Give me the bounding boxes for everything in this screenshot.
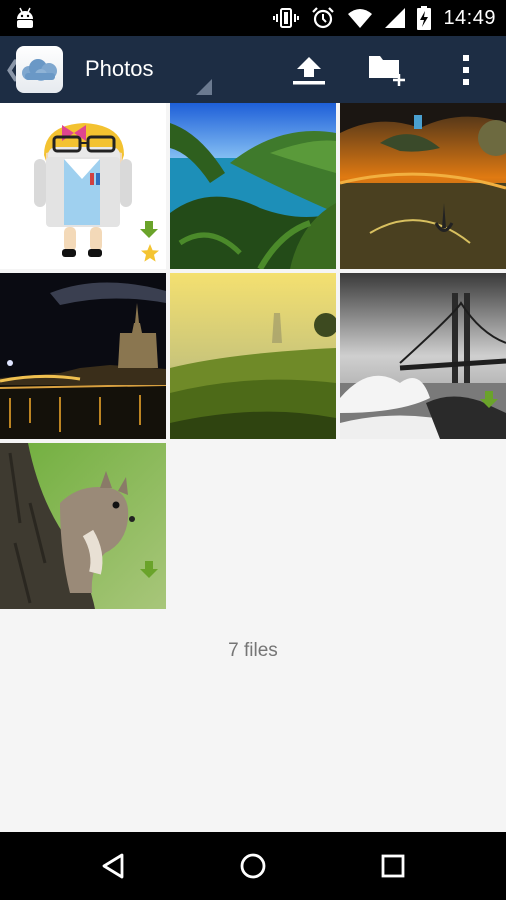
nav-back-button[interactable] [78,842,148,890]
file-count-label: 7 files [228,640,278,661]
status-time: 14:49 [443,6,496,29]
status-bar: 14:49 [0,0,506,36]
upload-button[interactable] [277,36,341,103]
spinner-triangle-icon[interactable] [196,79,212,95]
android-icon [17,7,33,28]
upload-icon [293,56,325,84]
downloaded-arrow-icon [140,561,158,578]
overflow-menu-icon [463,54,469,85]
home-circle-icon [240,853,266,879]
owncloud-cloud-icon[interactable] [16,46,63,93]
photo-tile-android-doctor[interactable] [0,103,166,269]
nav-home-button[interactable] [218,842,288,890]
new-folder-button[interactable] [355,36,419,103]
downloaded-arrow-icon [140,221,158,238]
battery-charging-icon [417,6,432,30]
downloaded-arrow-icon [480,391,498,408]
back-triangle-icon [102,853,124,879]
new-folder-icon [369,55,405,86]
photo-tile-surreal-sunset[interactable] [340,103,506,269]
nav-recents-button[interactable] [358,842,428,890]
photo-tile-misty-meadow[interactable] [170,273,336,439]
photo-tile-coastal-ferns[interactable] [170,103,336,269]
photo-tile-golden-gate[interactable] [340,273,506,439]
photo-tile-paris-night[interactable] [0,273,166,439]
alarm-icon [312,7,335,29]
favorite-star-icon [141,244,159,262]
page-title[interactable]: Photos [85,56,154,82]
recents-square-icon [381,854,405,878]
wifi-icon [348,9,373,28]
photo-tile-squirrel[interactable] [0,443,166,609]
action-bar: ❮ Photos [0,36,506,103]
navigation-bar [0,832,506,900]
overflow-menu-button[interactable] [434,36,498,103]
vibrate-icon [273,8,300,28]
signal-icon [385,8,406,28]
